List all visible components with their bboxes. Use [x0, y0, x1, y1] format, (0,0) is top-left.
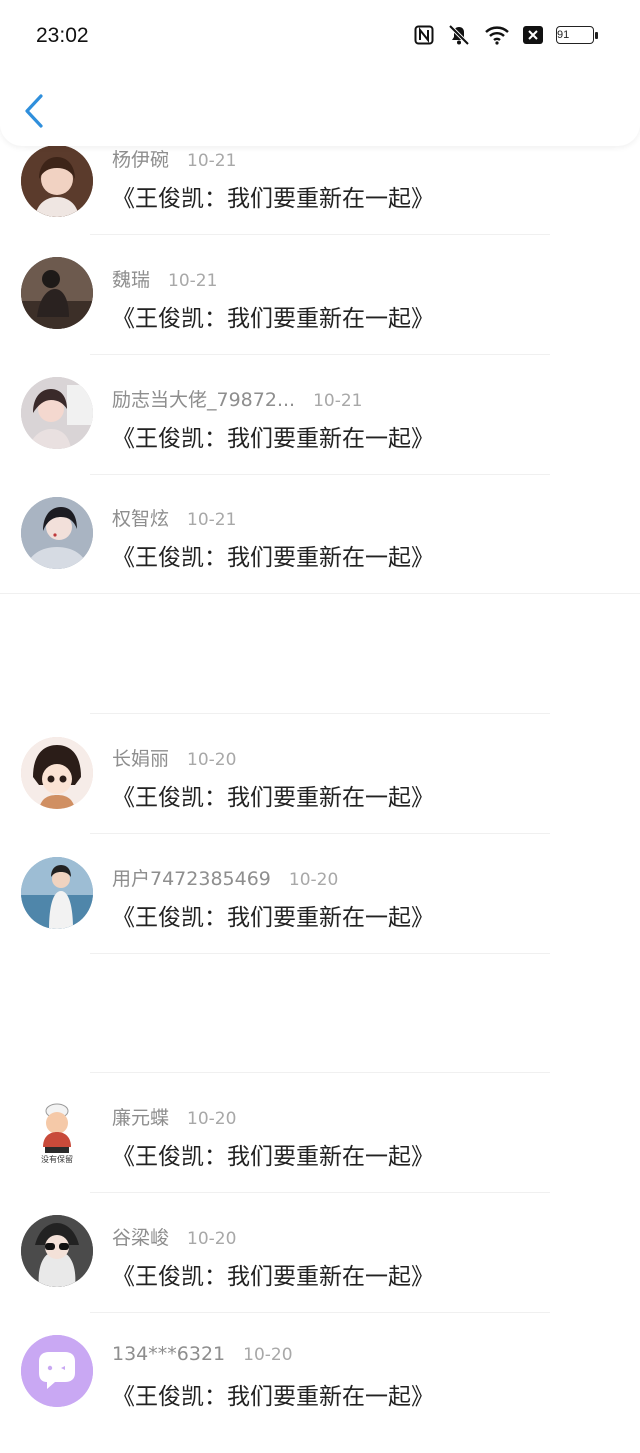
divider	[90, 833, 550, 834]
divider	[90, 1312, 550, 1313]
back-button[interactable]	[22, 93, 48, 129]
list-item[interactable]: 134***6321 10-20 《王俊凯：我们要重新在一起》	[0, 1333, 640, 1453]
comment-date: 10-20	[288, 870, 339, 890]
comment-date: 10-21	[168, 271, 218, 291]
list-item[interactable]: 谷梁峻 10-20 《王俊凯：我们要重新在一起》	[0, 1213, 640, 1333]
comment-text: 《王俊凯：我们要重新在一起》	[112, 306, 434, 332]
avatar[interactable]	[21, 857, 93, 929]
avatar[interactable]	[21, 1335, 93, 1407]
user-name[interactable]: 魏瑞	[112, 269, 150, 291]
comment-text: 《王俊凯：我们要重新在一起》	[112, 905, 434, 931]
user-name[interactable]: 谷梁峻	[112, 1227, 169, 1249]
comment-text: 《王俊凯：我们要重新在一起》	[112, 545, 434, 571]
comment-text: 《王俊凯：我们要重新在一起》	[112, 785, 434, 811]
comment-date: 10-20	[243, 1345, 293, 1365]
comment-date: 10-21	[187, 510, 237, 530]
comment-date: 10-20	[187, 1229, 237, 1249]
user-name[interactable]: 励志当大佬_79872...	[112, 389, 295, 411]
avatar[interactable]	[21, 377, 93, 449]
comment-date: 10-20	[187, 1109, 237, 1129]
user-name[interactable]: 权智炫	[112, 508, 169, 530]
comment-header: 134***6321 10-20	[112, 1343, 293, 1365]
comment-header: 杨伊碗 10-21	[112, 145, 236, 172]
user-name[interactable]: 廉元蝶	[112, 1107, 169, 1129]
comment-header: 谷梁峻 10-20	[112, 1223, 236, 1250]
divider	[90, 1192, 550, 1193]
mute-icon	[447, 24, 471, 46]
comment-header: 廉元蝶 10-20	[112, 1103, 236, 1130]
list-item[interactable]: 权智炫 10-21 《王俊凯：我们要重新在一起》	[0, 494, 640, 614]
list-item[interactable]: 魏瑞 10-21 《王俊凯：我们要重新在一起》	[0, 255, 640, 375]
user-name[interactable]: 用户7472385469	[112, 868, 271, 890]
notification-icon	[523, 26, 543, 44]
avatar[interactable]	[21, 737, 93, 809]
divider	[90, 1072, 550, 1073]
user-name[interactable]: 杨伊碗	[112, 149, 169, 171]
comment-text: 《王俊凯：我们要重新在一起》	[112, 186, 434, 212]
battery-icon: 91	[556, 26, 598, 44]
avatar[interactable]: 没有保留	[21, 1097, 93, 1169]
list-item[interactable]: 励志当大佬_79872... 10-21 《王俊凯：我们要重新在一起》	[0, 375, 640, 495]
list-item[interactable]: 长娟丽 10-20 《王俊凯：我们要重新在一起》	[0, 734, 640, 854]
comment-header: 魏瑞 10-21	[112, 265, 217, 292]
status-icons: 91	[414, 24, 598, 46]
divider	[90, 713, 550, 714]
comment-date: 10-20	[187, 750, 237, 770]
avatar[interactable]	[21, 497, 93, 569]
comment-text: 《王俊凯：我们要重新在一起》	[112, 1384, 434, 1410]
top-bar: 23:02 91	[0, 0, 640, 146]
avatar-caption: 没有保留	[41, 1155, 73, 1164]
wifi-icon	[484, 25, 510, 45]
list-item[interactable]: 没有保留 廉元蝶 10-20 《王俊凯：我们要重新在一起》	[0, 1093, 640, 1213]
nfc-icon	[414, 25, 434, 45]
status-time: 23:02	[36, 24, 89, 47]
comment-date: 10-21	[187, 151, 237, 171]
comment-header: 励志当大佬_79872... 10-21	[112, 385, 362, 412]
comment-text: 《王俊凯：我们要重新在一起》	[112, 426, 434, 452]
avatar[interactable]	[21, 1215, 93, 1287]
avatar[interactable]	[21, 145, 93, 217]
comment-date: 10-21	[313, 391, 363, 411]
user-name[interactable]: 长娟丽	[112, 748, 169, 770]
chevron-left-icon	[25, 94, 43, 128]
divider	[90, 234, 550, 235]
list-item[interactable]: 杨伊碗 10-21 《王俊凯：我们要重新在一起》	[0, 135, 640, 255]
divider	[90, 474, 550, 475]
comment-text: 《王俊凯：我们要重新在一起》	[112, 1144, 434, 1170]
divider	[0, 593, 640, 594]
comment-header: 长娟丽 10-20	[112, 744, 236, 771]
divider	[90, 354, 550, 355]
comment-header: 权智炫 10-21	[112, 504, 236, 531]
avatar[interactable]	[21, 257, 93, 329]
list-item[interactable]: 用户7472385469 10-20 《王俊凯：我们要重新在一起》	[0, 854, 640, 974]
comment-header: 用户7472385469 10-20	[112, 864, 338, 891]
user-name[interactable]: 134***6321	[112, 1343, 225, 1365]
divider	[90, 953, 550, 954]
comment-text: 《王俊凯：我们要重新在一起》	[112, 1264, 434, 1290]
